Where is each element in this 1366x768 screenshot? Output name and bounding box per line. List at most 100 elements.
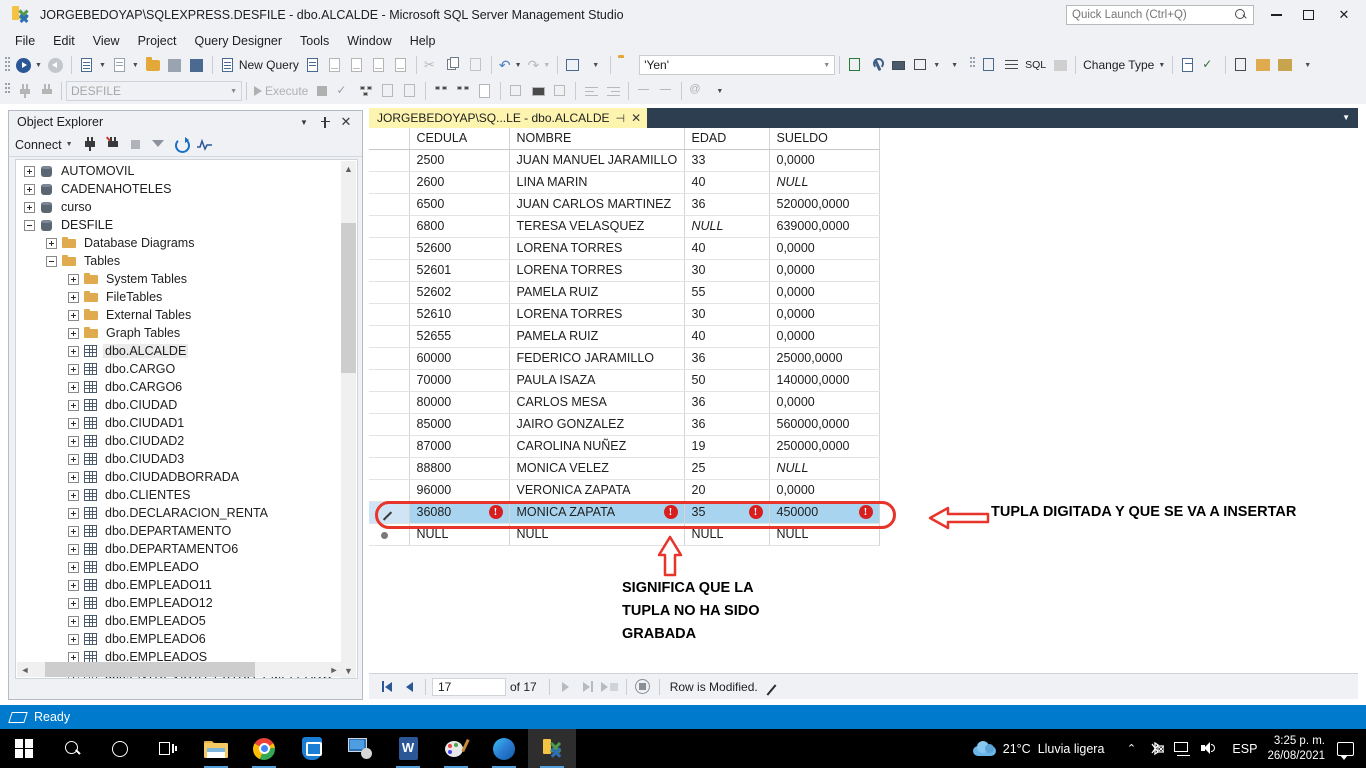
show-hidden-icons-button[interactable]: ⌃ <box>1118 729 1144 768</box>
cell-sueldo[interactable]: NULL <box>769 523 880 546</box>
specify-values-icon[interactable]: @ <box>686 80 708 102</box>
cell-edad[interactable]: 36 <box>684 413 770 436</box>
expand-icon[interactable] <box>68 291 79 303</box>
network-button[interactable] <box>1170 729 1196 768</box>
maximize-button[interactable] <box>1292 0 1324 30</box>
tree-node[interactable]: dbo.CIUDAD <box>16 396 341 414</box>
cell-edad[interactable]: NULL <box>684 523 770 546</box>
row-selector-cell[interactable] <box>369 193 410 216</box>
toggle-outline-icon[interactable] <box>549 80 571 102</box>
cell-edad[interactable]: 30 <box>684 259 770 282</box>
cell-sueldo[interactable]: 0,0000 <box>769 149 880 172</box>
cell-nombre[interactable]: FEDERICO JARAMILLO <box>509 347 685 370</box>
cell-nombre[interactable]: CAROLINA NUÑEZ <box>509 435 685 458</box>
table-row[interactable]: 52655 PAMELA RUIZ 40 0,0000 <box>369 325 880 348</box>
paint-button[interactable] <box>432 729 480 768</box>
row-selector-cell[interactable] <box>369 391 410 414</box>
expand-icon[interactable] <box>68 363 79 375</box>
verify-sql-icon[interactable]: ✓ <box>1199 54 1221 76</box>
toolbar-overflow-3[interactable]: ▼ <box>1296 54 1318 76</box>
toolbox-icon[interactable] <box>888 54 910 76</box>
cell-cedula[interactable]: 70000 <box>409 369 510 392</box>
cell-edad[interactable]: 40 <box>684 171 770 194</box>
cell-edad[interactable]: 35! <box>684 501 770 524</box>
task-view-button[interactable] <box>144 729 192 768</box>
sql-pane-icon[interactable]: SQL <box>1022 54 1049 76</box>
cell-edad[interactable]: 40 <box>684 237 770 260</box>
expand-icon[interactable] <box>68 471 79 483</box>
tree-node[interactable]: FileTables <box>16 288 341 306</box>
tree-node[interactable]: dbo.CIUDADBORRADA <box>16 468 341 486</box>
save-icon[interactable] <box>164 54 186 76</box>
expand-icon[interactable] <box>24 165 35 177</box>
tree-node[interactable]: dbo.EMPLEADO12 <box>16 594 341 612</box>
add-new-derived-table-icon[interactable] <box>1274 54 1296 76</box>
row-selector-cell[interactable] <box>369 325 410 348</box>
row-selector-cell[interactable] <box>369 457 410 480</box>
expand-icon[interactable] <box>24 201 35 213</box>
defender-button[interactable] <box>288 729 336 768</box>
word-button[interactable] <box>384 729 432 768</box>
menu-view[interactable]: View <box>84 32 129 50</box>
database-combo[interactable]: DESFILE ▼ <box>66 81 242 101</box>
row-selector-cell[interactable] <box>369 435 410 458</box>
cell-nombre[interactable]: PAULA ISAZA <box>509 369 685 392</box>
cell-edad[interactable]: NULL <box>684 215 770 238</box>
tab-alcalde[interactable]: JORGEBEDOYAP\SQ...LE - dbo.ALCALDE ⊣ ✕ <box>369 108 648 128</box>
wrench-icon[interactable] <box>866 54 888 76</box>
cell-edad[interactable]: 25 <box>684 457 770 480</box>
cell-sueldo[interactable]: 140000,0000 <box>769 369 880 392</box>
navigate-forward-button[interactable] <box>45 54 67 76</box>
decrease-indent-icon[interactable] <box>580 80 602 102</box>
cell-nombre[interactable]: MONICA ZAPATA! <box>509 501 685 524</box>
expand-icon[interactable] <box>68 345 79 357</box>
minimize-button[interactable] <box>1260 0 1292 30</box>
table-row[interactable]: 60000 FEDERICO JARAMILLO 36 25000,0000 <box>369 347 880 370</box>
clock[interactable]: 3:25 p. m. 26/08/2021 <box>1267 734 1337 764</box>
cortana-button[interactable] <box>96 729 144 768</box>
chrome-button[interactable] <box>240 729 288 768</box>
start-button[interactable] <box>0 729 48 768</box>
display-estimated-plan-icon[interactable] <box>355 80 377 102</box>
cell-nombre[interactable]: TERESA VELASQUEZ <box>509 215 685 238</box>
tree-node[interactable]: Database Diagrams <box>16 234 341 252</box>
query-options-icon[interactable] <box>377 80 399 102</box>
copy-icon[interactable] <box>443 54 465 76</box>
cell-sueldo[interactable]: NULL <box>769 171 880 194</box>
table-row[interactable]: 88800 MONICA VELEZ 25 NULL <box>369 457 880 480</box>
execute-button[interactable]: Execute <box>251 80 311 102</box>
tree-node[interactable]: dbo.DECLARACION_RENTA <box>16 504 341 522</box>
comment-lines-icon[interactable] <box>505 80 527 102</box>
new-mdx-query-icon[interactable] <box>324 54 346 76</box>
cell-sueldo[interactable]: 560000,0000 <box>769 413 880 436</box>
cell-sueldo[interactable]: 0,0000 <box>769 303 880 326</box>
menu-project[interactable]: Project <box>129 32 186 50</box>
tree-node[interactable]: Graph Tables <box>16 324 341 342</box>
activity-monitor-icon[interactable] <box>195 135 215 155</box>
row-selector-cell[interactable] <box>369 171 410 194</box>
group-by-icon[interactable] <box>1230 54 1252 76</box>
new-project-icon[interactable]: ▼ <box>76 54 109 76</box>
new-dmx-query-icon[interactable] <box>346 54 368 76</box>
cell-nombre[interactable]: LORENA TORRES <box>509 237 685 260</box>
cell-sueldo[interactable]: 0,0000 <box>769 391 880 414</box>
cell-cedula[interactable]: 52610 <box>409 303 510 326</box>
row-selector-cell[interactable] <box>369 369 410 392</box>
scroll-right-arrow[interactable]: ► <box>326 662 342 677</box>
scroll-down-arrow[interactable]: ▼ <box>341 663 356 678</box>
cell-edad[interactable]: 30 <box>684 303 770 326</box>
expand-icon[interactable] <box>24 183 35 195</box>
cell-nombre[interactable]: PAMELA RUIZ <box>509 281 685 304</box>
cell-sueldo[interactable]: 250000,0000 <box>769 435 880 458</box>
expand-icon[interactable] <box>68 435 79 447</box>
table-row[interactable]: 85000 JAIRO GONZALEZ 36 560000,0000 <box>369 413 880 436</box>
results-pane-icon[interactable] <box>1049 54 1071 76</box>
file-explorer-button[interactable] <box>192 729 240 768</box>
filter-settings-icon[interactable] <box>615 54 637 76</box>
cell-edad[interactable]: 20 <box>684 479 770 502</box>
disconnect-object-explorer-icon[interactable] <box>103 135 123 155</box>
indent-right-icon[interactable] <box>655 80 677 102</box>
cell-sueldo[interactable]: 25000,0000 <box>769 347 880 370</box>
cell-cedula[interactable]: 36080! <box>409 501 510 524</box>
cell-cedula[interactable]: 96000 <box>409 479 510 502</box>
